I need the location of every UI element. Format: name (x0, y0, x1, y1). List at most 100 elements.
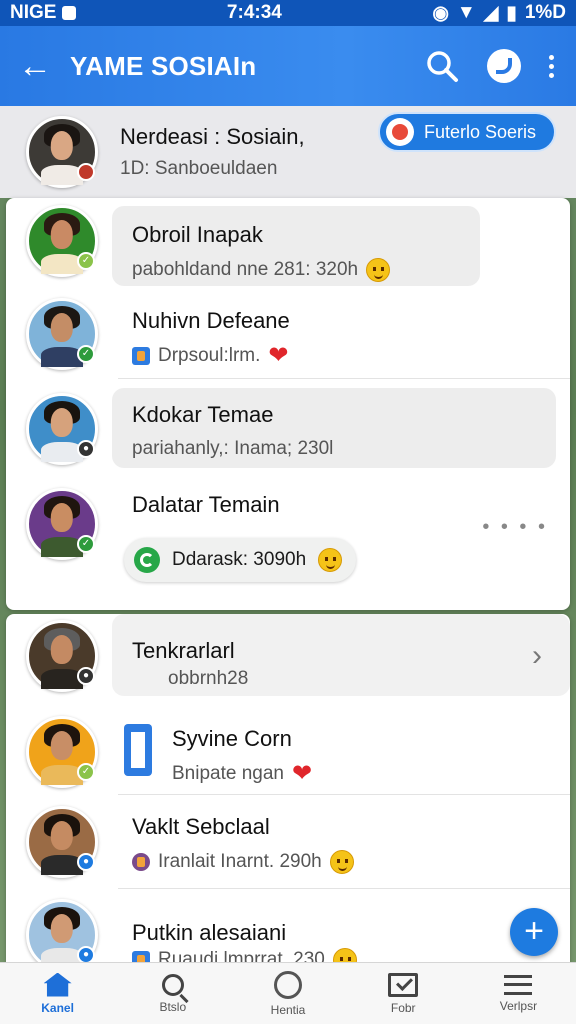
contact-name: Putkin alesaiani (132, 920, 287, 945)
avatar: ✓ (26, 298, 98, 370)
message-bubble: Dalatar Temain (112, 484, 340, 528)
more-vert-icon[interactable] (549, 54, 554, 78)
battery-icon: ▮ (506, 2, 517, 24)
status-bar: NIGE 7:4:34 ◉ ▼ ◢ ▮ 1%D (0, 0, 576, 26)
badge-icon (274, 970, 302, 999)
emoji-icon (366, 258, 391, 282)
app-bar: ← YAME SOSIAIn (0, 26, 576, 106)
back-arrow-icon[interactable]: ← (0, 47, 70, 86)
profile-sub: 1D: Sanboeuldaen (120, 158, 278, 179)
menu-icon (504, 974, 533, 995)
message-preview: obbrnh28 (132, 668, 550, 690)
heart-icon: ❤ (268, 342, 289, 369)
preview-text: pabohldand nne 281: 320h (132, 259, 359, 280)
preview-text: Iranlait Inarnt. 290h (158, 851, 322, 872)
nav-label: Verlpsr (499, 998, 538, 1013)
avatar-small-icon (132, 853, 150, 871)
preview-text: Bnipate ngan (172, 763, 284, 784)
heart-icon: ❤ (292, 760, 313, 787)
search-icon (161, 973, 184, 996)
contact-app-icon (134, 547, 160, 573)
online-status-dot: ● (77, 853, 95, 871)
nav-item-badge[interactable]: Hentia (230, 963, 345, 1024)
list-item[interactable]: ✓ Nuhivn Defeane Drpsoul:lrm. ❤ (6, 294, 570, 374)
divider (118, 794, 570, 795)
contact-name: Obroil Inapak (132, 222, 263, 247)
avatar: ✓ (26, 205, 98, 277)
preview-text: Drpsoul:lrm. (158, 345, 261, 366)
profile-header: Nerdeasi : Sosiain, 1D: Sanboeuldaen Fut… (0, 106, 576, 198)
chat-list-card: ● Tenkrarlarl obbrnh28 › ✓ Syvine Corn B… (6, 614, 570, 964)
list-item[interactable]: ● Vaklt Sebclaal Iranlait Inarnt. 290h (6, 800, 570, 884)
list-item[interactable]: ✓ Syvine Corn Bnipate ngan ❤ (6, 710, 570, 794)
emoji-icon (329, 850, 354, 874)
preview-text: Ddarask: 3090h (172, 549, 307, 570)
avatar[interactable] (26, 116, 98, 188)
avatar: ● (26, 393, 98, 465)
message-preview: Drpsoul:lrm. ❤ (132, 344, 540, 368)
preview-text: obbrnh28 (168, 668, 249, 689)
avatar: ● (26, 899, 98, 964)
online-status-dot: ✓ (77, 252, 95, 270)
wifi-icon: ▼ (456, 2, 476, 23)
nav-label: Kanel (41, 1000, 74, 1015)
nav-item-menu[interactable]: Verlpsr (461, 963, 576, 1024)
nav-item-mail[interactable]: Fobr (346, 963, 461, 1024)
home-icon (43, 972, 72, 997)
avatar: ✓ (26, 488, 98, 560)
mail-icon (388, 972, 419, 997)
contact-name: Vaklt Sebclaal (132, 814, 270, 839)
avatar: ● (26, 620, 98, 692)
alarm-icon: ◉ (432, 2, 449, 24)
app-icon (124, 724, 152, 776)
contact-name: Kdokar Temae (132, 402, 274, 427)
avatar: ● (26, 806, 98, 878)
online-status-dot: ● (77, 440, 95, 458)
message-bubble: Syvine Corn Bnipate ngan ❤ (152, 718, 452, 790)
message-preview: Bnipate ngan ❤ (172, 762, 432, 786)
nav-item-search[interactable]: Btslo (115, 963, 230, 1024)
nav-item-home[interactable]: Kanel (0, 963, 115, 1024)
chat-bubble-icon[interactable] (487, 49, 521, 83)
list-item[interactable]: ✓ Obroil Inapak pabohldand nne 281: 320h (6, 202, 570, 286)
clock: 7:4:34 (226, 2, 282, 23)
nav-label: Hentia (270, 1002, 306, 1017)
online-status-dot: ✓ (77, 535, 95, 553)
message-bubble: Obroil Inapak pabohldand nne 281: 320h (112, 206, 480, 286)
list-item[interactable]: ● Putkin alesaiani Ruaudi lmprrat. 230 (6, 896, 570, 964)
emoji-icon (318, 548, 343, 572)
notification-icon (62, 6, 77, 20)
message-bubble: Kdokar Temae pariahanly,: Inama; 230l (112, 388, 556, 468)
contact-name: Dalatar Temain (132, 492, 280, 517)
message-bubble: Nuhivn Defeane Drpsoul:lrm. ❤ (112, 300, 560, 372)
message-preview: pariahanly,: Inama; 230l (132, 438, 536, 460)
futerlo-button[interactable]: Futerlo Soeris (377, 112, 556, 152)
contact-name: Syvine Corn (172, 726, 292, 751)
smiley-icon (385, 118, 414, 146)
status-right: ◉ ▼ ◢ ▮ 1%D (432, 2, 566, 25)
chevron-right-icon[interactable]: › (532, 639, 542, 673)
nav-label: Btslo (159, 999, 187, 1014)
app-title: YAME SOSIAIn (70, 50, 257, 81)
search-icon[interactable] (425, 49, 459, 83)
reply-pill[interactable]: Ddarask: 3090h (124, 538, 357, 582)
app-actions (425, 49, 576, 83)
carrier-label: NIGE (10, 2, 57, 23)
profile-text: Nerdeasi : Sosiain, 1D: Sanboeuldaen (120, 124, 305, 180)
signal-icon: ◢ (483, 2, 499, 24)
profile-name: Nerdeasi : Sosiain, (120, 124, 305, 149)
list-item[interactable]: ● Tenkrarlarl obbrnh28 › (6, 614, 570, 698)
divider (118, 378, 570, 379)
online-status-dot: ✓ (77, 763, 95, 781)
list-item[interactable]: ● Kdokar Temae pariahanly,: Inama; 230l (6, 388, 570, 470)
message-bubble: Tenkrarlarl obbrnh28 (112, 614, 570, 696)
message-bubble: Vaklt Sebclaal Iranlait Inarnt. 290h (112, 808, 552, 880)
preview-text: pariahanly,: Inama; 230l (132, 438, 334, 459)
contact-name: Tenkrarlarl (132, 638, 235, 663)
app-icon (132, 347, 150, 365)
more-horiz-icon[interactable]: • • • • (482, 516, 548, 539)
new-chat-button[interactable]: + (510, 908, 558, 956)
message-preview: Iranlait Inarnt. 290h (132, 850, 532, 874)
online-status-dot: ✓ (77, 345, 95, 363)
avatar: ✓ (26, 716, 98, 788)
